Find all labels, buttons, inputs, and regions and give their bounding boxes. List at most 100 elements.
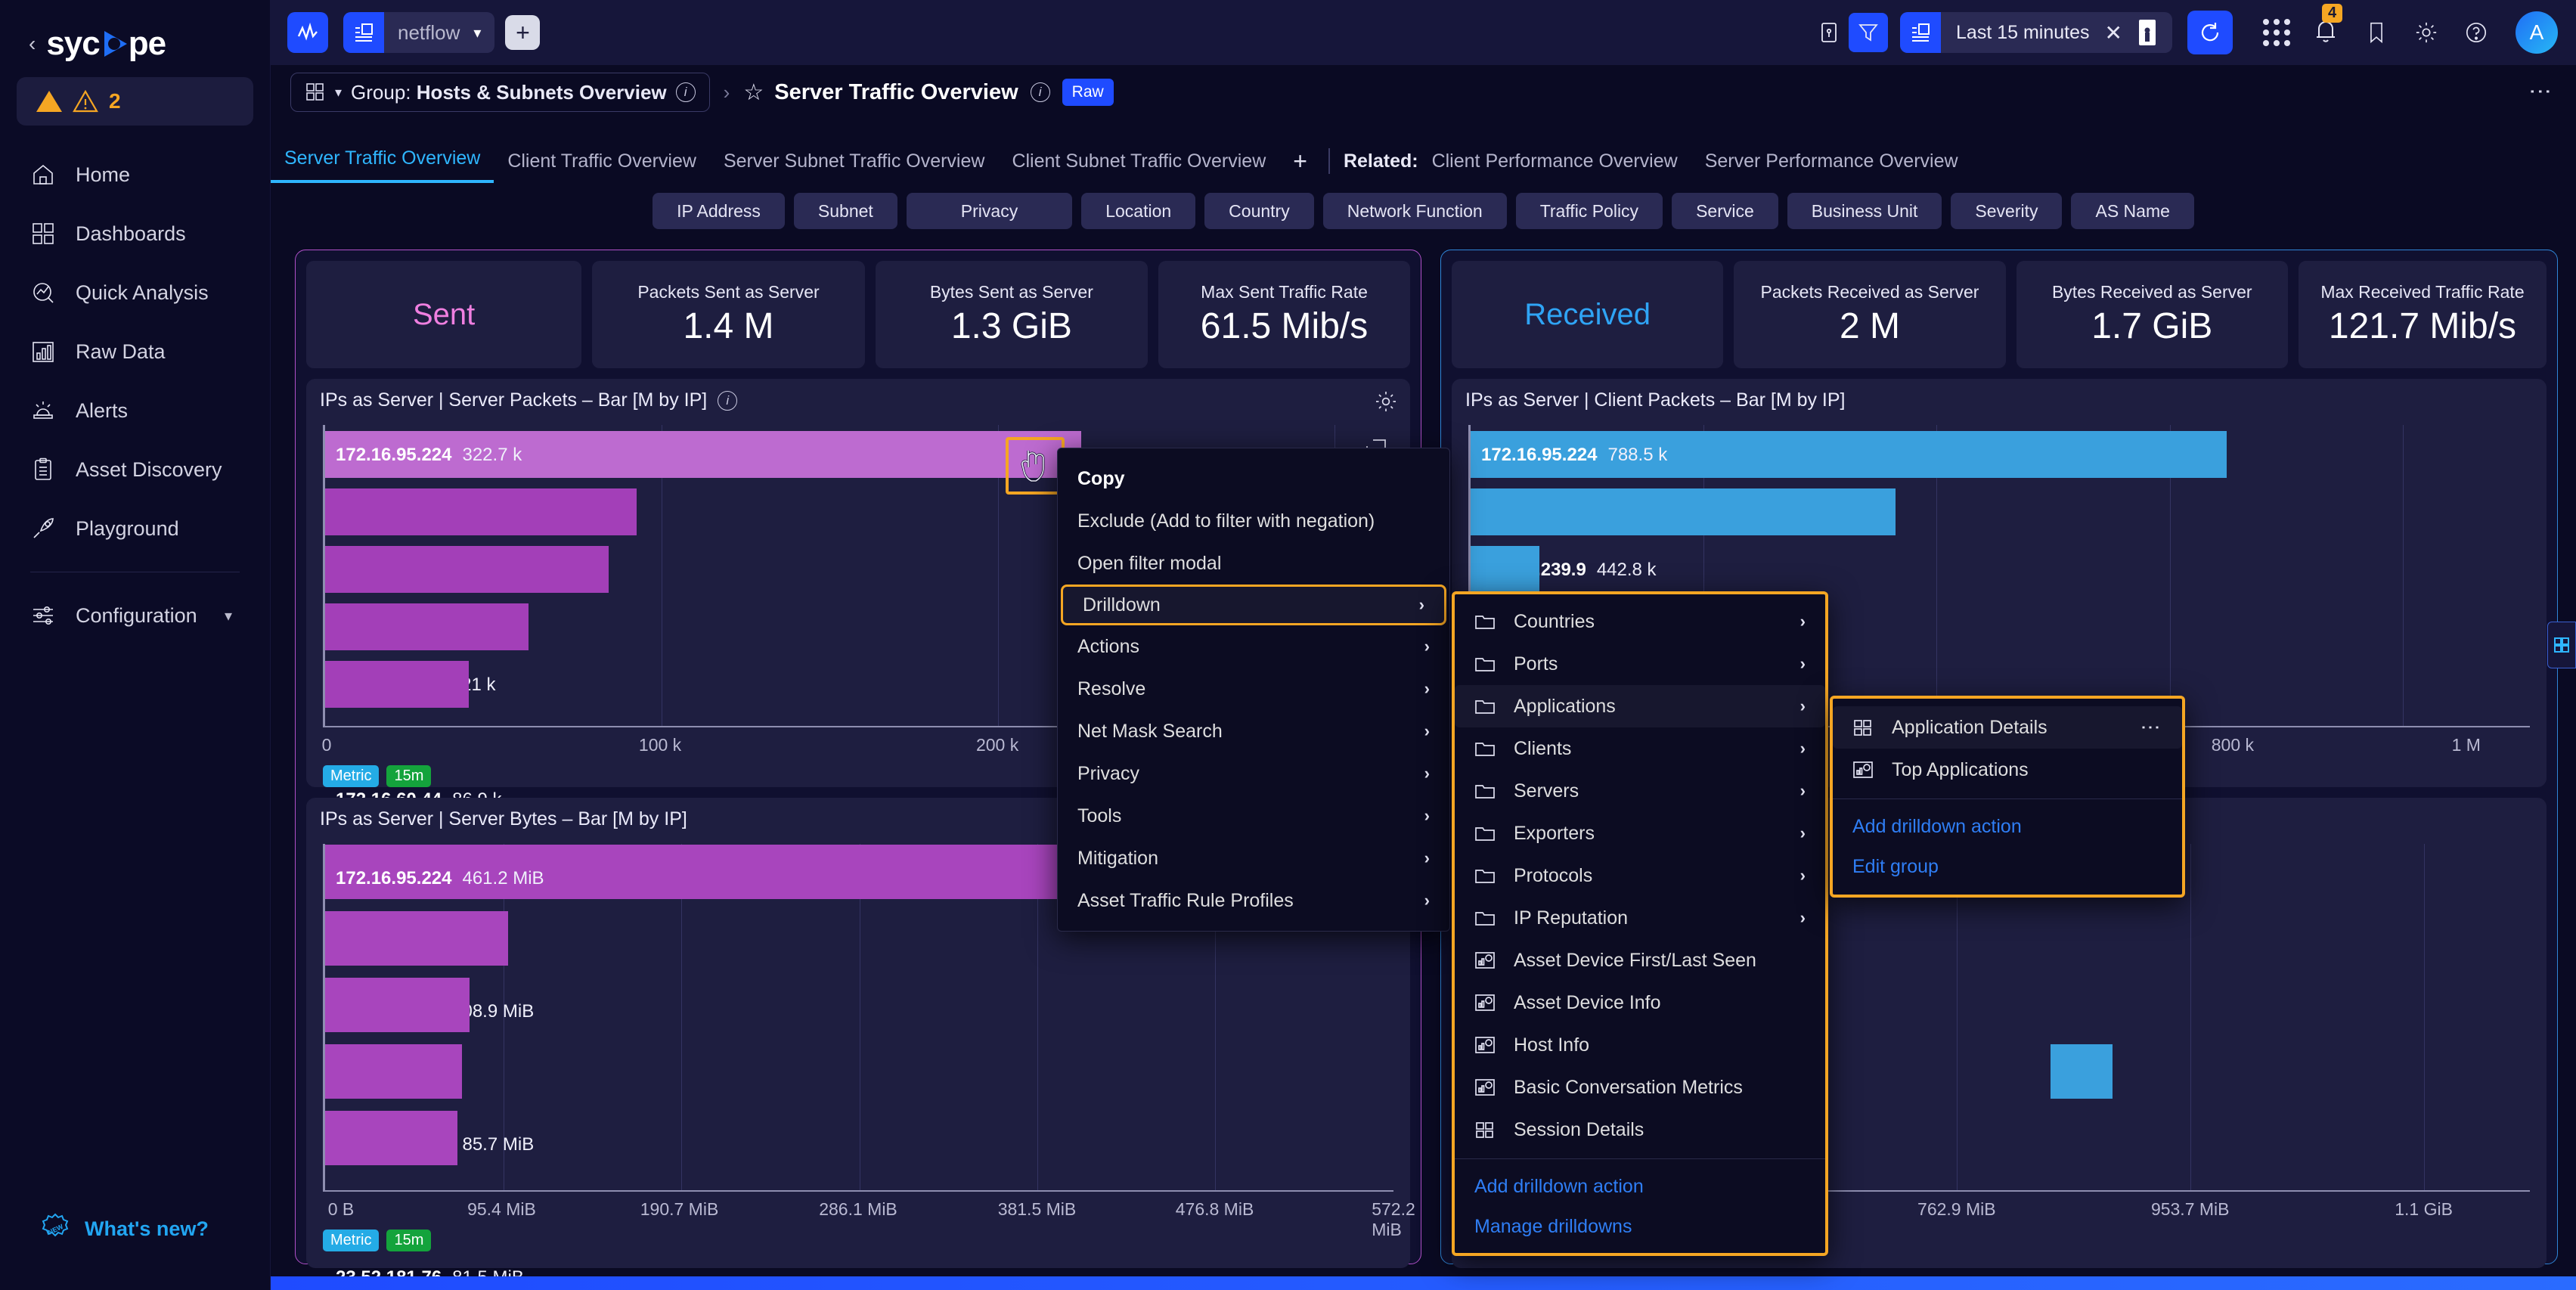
context-menu-item-resolve[interactable]: Resolve › xyxy=(1058,668,1449,710)
related-client-performance-overview[interactable]: Client Performance Overview xyxy=(1418,150,1691,183)
save-filter-icon[interactable] xyxy=(1809,13,1849,52)
whats-new-button[interactable]: NEW What's new? xyxy=(39,1213,209,1245)
bar[interactable] xyxy=(1471,488,1896,535)
context-menu-item-net-mask-search[interactable]: Net Mask Search › xyxy=(1058,710,1449,752)
drilldown-item-host-info[interactable]: Host Info xyxy=(1455,1024,1825,1066)
applications-item-top-applications[interactable]: Top Applications xyxy=(1833,749,2182,791)
brand-logo[interactable]: ‹ syc pe xyxy=(0,0,270,65)
context-menu-item-tools[interactable]: Tools › xyxy=(1058,795,1449,837)
favorite-star-icon[interactable]: ☆ xyxy=(743,79,764,106)
bar[interactable] xyxy=(2051,1044,2113,1099)
filter-chip-service[interactable]: Service xyxy=(1672,193,1778,229)
tab-client-traffic-overview[interactable]: Client Traffic Overview xyxy=(494,150,710,183)
edit-group-link[interactable]: Edit group xyxy=(1833,847,2182,887)
sidebar-item-configuration[interactable]: Configuration ▾ xyxy=(0,586,270,645)
applications-item-application-details[interactable]: Application Details ⋮ xyxy=(1833,706,2182,749)
avatar[interactable]: A xyxy=(2516,11,2558,54)
drilldown-item-asset-device-first-last-seen[interactable]: Asset Device First/Last Seen xyxy=(1455,939,1825,981)
alerts-summary[interactable]: 2 xyxy=(17,77,253,126)
drilldown-item-protocols[interactable]: Protocols › xyxy=(1455,854,1825,897)
apps-grid-icon[interactable] xyxy=(2263,19,2290,46)
filter-chip-country[interactable]: Country xyxy=(1204,193,1314,229)
chart-settings-gear-icon[interactable] xyxy=(1375,391,1396,416)
bar[interactable] xyxy=(325,1044,462,1099)
chevron-right-icon: › xyxy=(1799,908,1806,927)
bar[interactable] xyxy=(325,978,470,1032)
related-server-performance-overview[interactable]: Server Performance Overview xyxy=(1691,150,1972,183)
pulse-button[interactable] xyxy=(287,12,328,53)
filter-chip-ip-address[interactable]: IP Address xyxy=(653,193,785,229)
bar[interactable] xyxy=(325,911,508,966)
chart-info-icon[interactable]: i xyxy=(718,390,738,411)
filter-chip-severity[interactable]: Severity xyxy=(1951,193,2063,229)
bookmark-icon[interactable] xyxy=(2357,13,2396,52)
add-drilldown-action-link[interactable]: Add drilldown action xyxy=(1455,1167,1825,1207)
sidebar-item-dashboards[interactable]: Dashboards xyxy=(0,204,270,263)
bar[interactable] xyxy=(325,661,469,708)
context-menu-item-copy[interactable]: Copy xyxy=(1058,457,1449,500)
chevron-down-icon[interactable]: ▾ xyxy=(473,23,494,42)
drilldown-item-basic-conversation-metrics[interactable]: Basic Conversation Metrics xyxy=(1455,1066,1825,1109)
filter-chip-network-function[interactable]: Network Function xyxy=(1322,193,1507,229)
filter-chip-privacy[interactable]: Privacy xyxy=(906,193,1073,229)
gear-icon[interactable] xyxy=(2407,13,2446,52)
chevron-down-icon[interactable]: ▾ xyxy=(335,85,342,101)
tab-client-subnet-traffic-overview[interactable]: Client Subnet Traffic Overview xyxy=(998,150,1279,183)
save-time-icon[interactable] xyxy=(2134,17,2160,48)
bar[interactable] xyxy=(325,488,637,535)
help-icon[interactable] xyxy=(2457,13,2496,52)
clear-time-range-icon[interactable]: ✕ xyxy=(2105,20,2134,45)
drilldown-item-clients[interactable]: Clients › xyxy=(1455,727,1825,770)
filter-chip-as-name[interactable]: AS Name xyxy=(2071,193,2194,229)
sidebar-item-quick-analysis[interactable]: Quick Analysis xyxy=(0,263,270,322)
drilldown-item-exporters[interactable]: Exporters › xyxy=(1455,812,1825,854)
add-tab-button[interactable]: + xyxy=(1279,147,1321,183)
sidebar-item-raw-data[interactable]: Raw Data xyxy=(0,322,270,381)
drilldown-item-ip-reputation[interactable]: IP Reputation › xyxy=(1455,897,1825,939)
bar[interactable] xyxy=(325,603,529,650)
sidebar-item-home[interactable]: Home xyxy=(0,145,270,204)
filter-chip-business-unit[interactable]: Business Unit xyxy=(1787,193,1942,229)
filter-icon[interactable] xyxy=(1849,13,1889,52)
drilldown-item-session-details[interactable]: Session Details xyxy=(1455,1109,1825,1151)
context-menu-item-drilldown[interactable]: Drilldown › xyxy=(1061,585,1446,625)
side-dock-toggle[interactable] xyxy=(2547,622,2576,668)
context-menu-item-asset-traffic-rule-profiles[interactable]: Asset Traffic Rule Profiles › xyxy=(1058,879,1449,922)
context-menu-item-open-filter-modal[interactable]: Open filter modal xyxy=(1058,542,1449,585)
filter-chip-location[interactable]: Location xyxy=(1081,193,1196,229)
group-selector[interactable]: ▾ Group: Hosts & Subnets Overview i xyxy=(290,73,710,112)
sidebar-item-alerts[interactable]: Alerts xyxy=(0,381,270,440)
bar[interactable] xyxy=(325,1111,457,1165)
time-range-selector[interactable]: Last 15 minutes ✕ xyxy=(1900,12,2172,53)
item-more-menu[interactable]: ⋮ xyxy=(2139,718,2162,738)
sidebar-item-asset-discovery[interactable]: Asset Discovery xyxy=(0,440,270,499)
page-info-icon[interactable]: i xyxy=(1030,82,1050,102)
drilldown-item-applications[interactable]: Applications › xyxy=(1455,685,1825,727)
filter-chip-traffic-policy[interactable]: Traffic Policy xyxy=(1515,193,1663,229)
sidebar-item-playground[interactable]: Playground xyxy=(0,499,270,558)
notifications-button[interactable]: 4 xyxy=(2313,3,2343,48)
tab-server-subnet-traffic-overview[interactable]: Server Subnet Traffic Overview xyxy=(710,150,999,183)
raw-badge[interactable]: Raw xyxy=(1062,79,1114,106)
refresh-button[interactable] xyxy=(2187,11,2233,54)
sidebar-collapse-icon[interactable]: ‹ xyxy=(29,33,36,54)
drilldown-item-asset-device-info[interactable]: Asset Device Info xyxy=(1455,981,1825,1024)
add-source-button[interactable]: + xyxy=(505,15,541,50)
group-info-icon[interactable]: i xyxy=(675,82,696,102)
tab-server-traffic-overview[interactable]: Server Traffic Overview xyxy=(271,147,494,183)
manage-drilldowns-link[interactable]: Manage drilldowns xyxy=(1455,1207,1825,1247)
bar[interactable] xyxy=(325,546,609,593)
context-menu-item-actions[interactable]: Actions › xyxy=(1058,625,1449,668)
context-menu-item-mitigation[interactable]: Mitigation › xyxy=(1058,837,1449,879)
drilldown-item-ports[interactable]: Ports › xyxy=(1455,643,1825,685)
drilldown-item-countries[interactable]: Countries › xyxy=(1455,600,1825,643)
context-menu-item-privacy[interactable]: Privacy › xyxy=(1058,752,1449,795)
context-menu-item-exclude[interactable]: Exclude (Add to filter with negation) xyxy=(1058,500,1449,542)
add-drilldown-action-link[interactable]: Add drilldown action xyxy=(1833,807,2182,847)
drilldown-item-servers[interactable]: Servers › xyxy=(1455,770,1825,812)
page-more-menu[interactable]: ⋮ xyxy=(2527,80,2553,104)
data-source-selector[interactable]: netflow ▾ xyxy=(343,12,495,53)
bar[interactable] xyxy=(1471,546,1539,593)
filter-chip-subnet[interactable]: Subnet xyxy=(793,193,897,229)
bar-value: 322.7 k xyxy=(462,445,522,465)
